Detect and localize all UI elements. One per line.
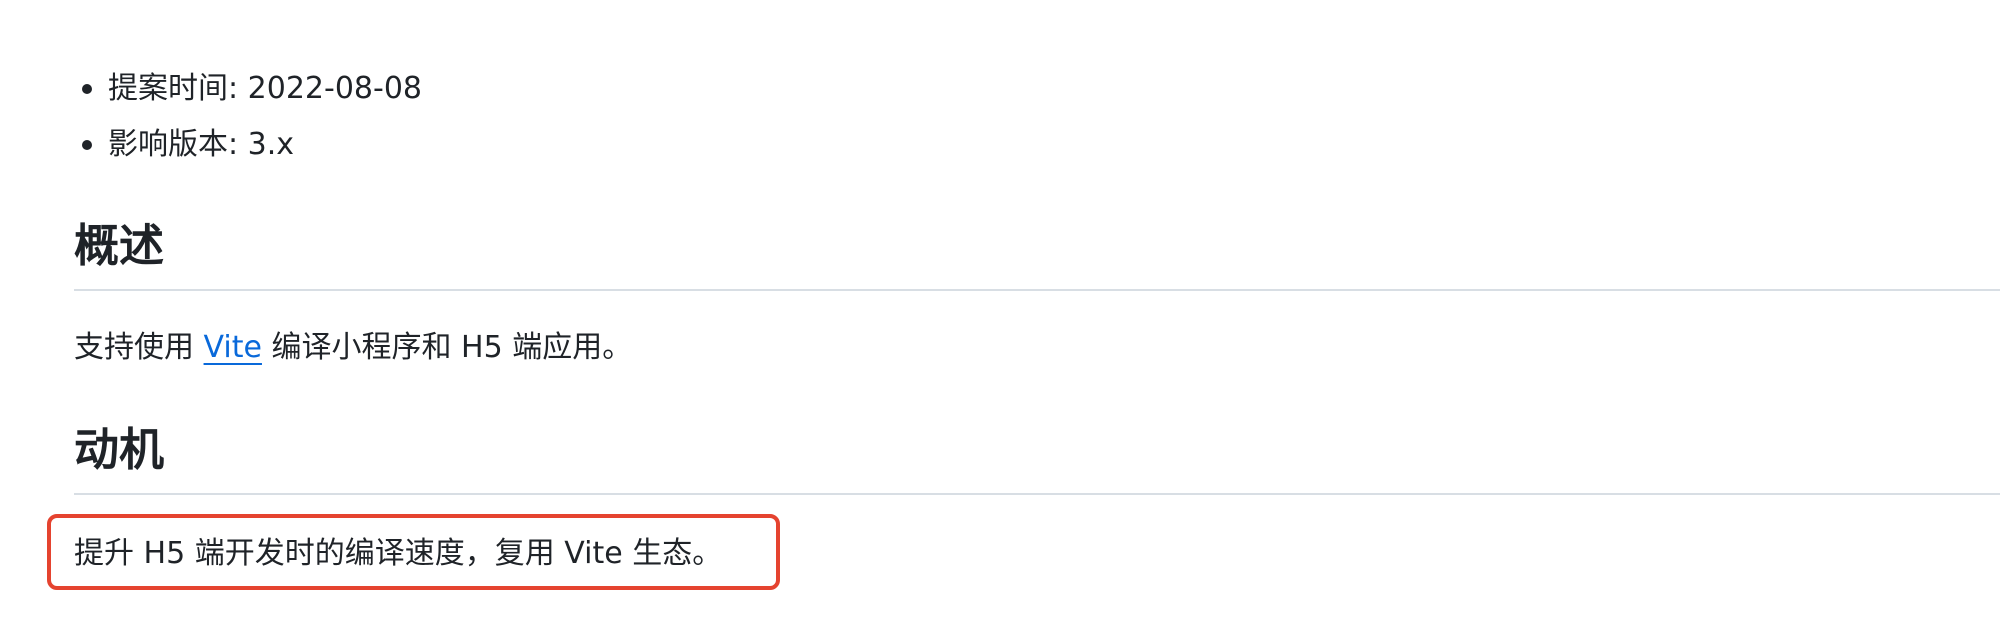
- vite-link[interactable]: Vite: [204, 330, 262, 365]
- meta-item-proposal-date: 提案时间: 2022-08-08: [82, 68, 422, 124]
- proposal-meta-list: 提案时间: 2022-08-08 影响版本: 3.x: [82, 68, 422, 180]
- overview-divider: [74, 289, 2000, 291]
- bullet-icon: [82, 84, 92, 94]
- motivation-paragraph: 提升 H5 端开发时的编译速度，复用 Vite 生态。: [74, 536, 723, 571]
- overview-text-after: 编译小程序和 H5 端应用。: [261, 330, 633, 365]
- motivation-heading: 动机: [74, 423, 165, 476]
- motivation-divider: [74, 493, 2000, 495]
- overview-paragraph: 支持使用 Vite 编译小程序和 H5 端应用。: [74, 327, 632, 369]
- overview-heading: 概述: [74, 219, 165, 272]
- overview-text-before: 支持使用: [74, 330, 204, 365]
- meta-item-label: 影响版本: 3.x: [108, 127, 295, 162]
- meta-item-label: 提案时间: 2022-08-08: [108, 71, 422, 106]
- meta-item-affected-version: 影响版本: 3.x: [82, 124, 422, 180]
- bullet-icon: [82, 140, 92, 150]
